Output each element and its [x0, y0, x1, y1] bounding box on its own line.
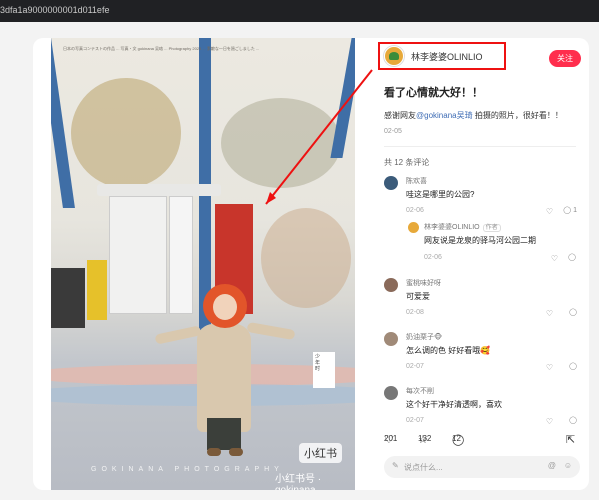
annotation-arrow [265, 69, 373, 205]
arrow-line [265, 69, 373, 205]
